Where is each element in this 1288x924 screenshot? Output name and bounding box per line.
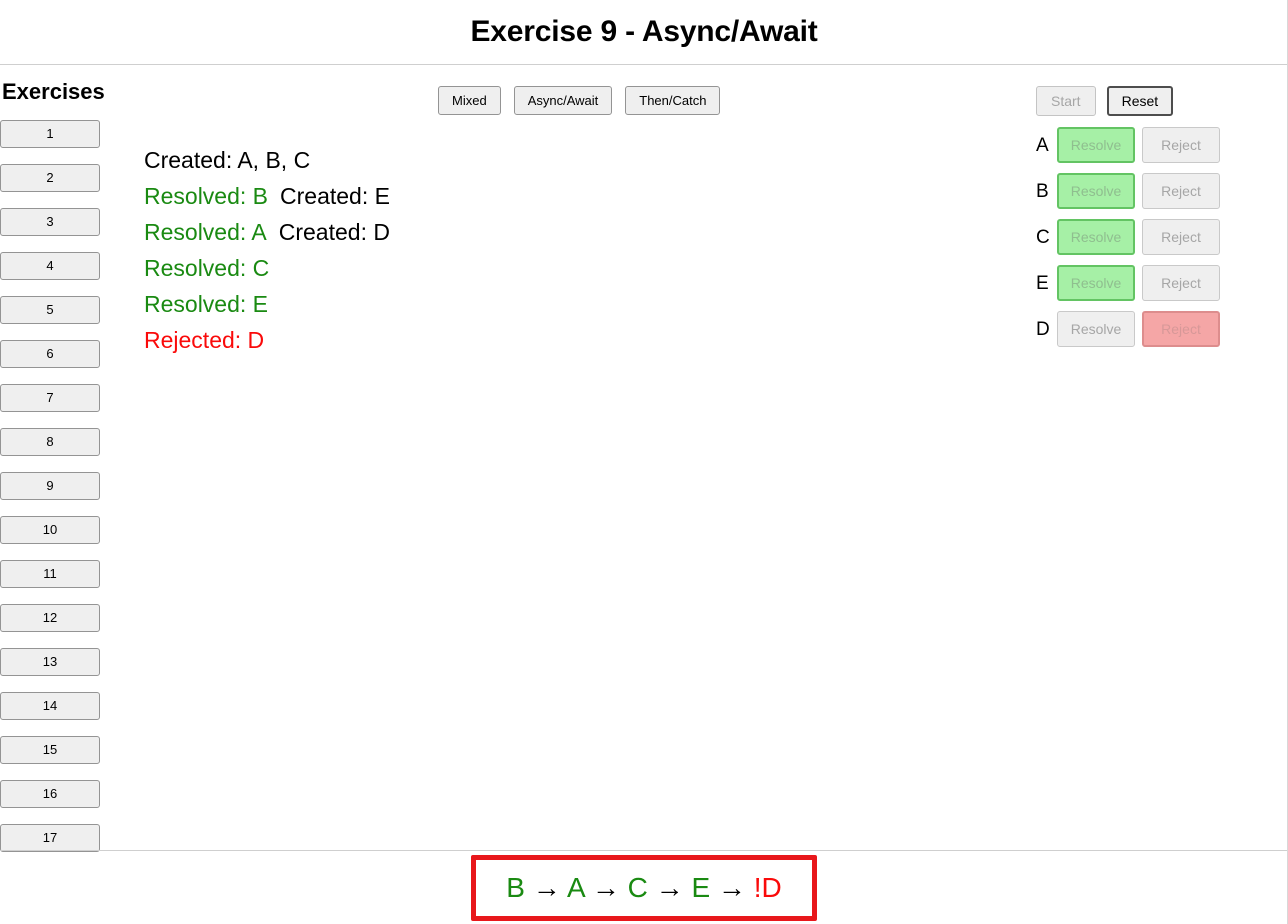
exercise-button-17[interactable]: 17 [0,824,100,852]
reset-button[interactable]: Reset [1106,86,1174,116]
promise-row-E: E Resolve Reject [1036,265,1266,301]
result-token-arrow: → [584,871,628,903]
exercise-button-16[interactable]: 16 [0,780,100,808]
app-root: Exercise 9 - Async/Await Exercises 12345… [0,0,1288,924]
log-line: Resolved: C [144,250,764,286]
exercise-button-14[interactable]: 14 [0,692,100,720]
reject-button-C[interactable]: Reject [1142,219,1220,255]
exercise-button-5[interactable]: 5 [0,296,100,324]
reject-button-D[interactable]: Reject [1142,311,1220,347]
exercise-button-6[interactable]: 6 [0,340,100,368]
result-sequence: B → A → C → E → !D [506,872,781,904]
result-token-ok: C [627,871,648,903]
exercise-button-8[interactable]: 8 [0,428,100,456]
exercise-list: 1 2 3 4 5 6 7 8 9 10 11 12 13 14 15 16 17 [0,120,112,852]
log-line: Resolved: E [144,286,764,322]
start-button[interactable]: Start [1036,86,1096,116]
exercise-button-13[interactable]: 13 [0,648,100,676]
exercise-button-12[interactable]: 12 [0,604,100,632]
promise-label-D: D [1036,318,1050,340]
promise-label-C: C [1036,226,1050,248]
result-token-ok: B [506,871,525,903]
log-segment-created: Created: D [278,219,390,245]
result-area: B → A → C → E → !D [0,851,1287,924]
log-line: Resolved: A Created: D [144,214,764,250]
reject-button-A[interactable]: Reject [1142,127,1220,163]
log-segment-resolved: Resolved: E [144,291,269,317]
result-token-arrow: → [524,871,567,903]
promise-row-B: B Resolve Reject [1036,173,1266,209]
exercise-button-1[interactable]: 1 [0,120,100,148]
mode-toggle-group: Mixed Async/Await Then/Catch [438,86,721,115]
log-segment-rejected: Rejected: D [144,327,265,353]
promise-label-A: A [1036,134,1049,156]
page-header: Exercise 9 - Async/Await [0,0,1287,65]
exercise-button-3[interactable]: 3 [0,208,100,236]
promise-row-D: D Resolve Reject [1036,311,1266,347]
exercise-button-11[interactable]: 11 [0,560,100,588]
result-sequence-box: B → A → C → E → !D [471,854,817,921]
result-token-arrow: → [710,871,754,903]
log-segment-resolved: Resolved: A [144,219,267,245]
reject-button-E[interactable]: Reject [1142,265,1220,301]
mode-button-then-catch[interactable]: Then/Catch [625,86,721,115]
log-segment-resolved: Resolved: C [144,255,270,281]
mode-button-mixed[interactable]: Mixed [438,86,501,115]
control-panel: Start Reset A Resolve Reject B Resolve Reject… [1036,86,1266,347]
exercise-button-2[interactable]: 2 [0,164,100,192]
reject-button-B[interactable]: Reject [1142,173,1220,209]
resolve-button-E[interactable]: Resolve [1057,265,1135,301]
log-segment-created: Created: E [280,183,390,209]
exercise-button-7[interactable]: 7 [0,384,100,412]
promise-row-A: A Resolve Reject [1036,127,1266,163]
promise-label-E: E [1036,272,1049,294]
log-line: Created: A, B, C [144,142,764,178]
run-controls: Start Reset [1036,86,1266,116]
resolve-button-D[interactable]: Resolve [1057,311,1135,347]
sidebar-heading: Exercises [2,79,105,104]
promise-controls: A Resolve Reject B Resolve Reject C Resolve Reje… [1036,127,1266,347]
result-token-arrow: → [647,871,692,903]
result-token-ok: E [691,871,711,903]
log-segment-resolved: Resolved: B [144,183,269,209]
log-segment-created: Created: A, B, C [144,147,311,173]
resolve-button-C[interactable]: Resolve [1057,219,1135,255]
result-token-ok: A [566,871,585,903]
exercise-button-9[interactable]: 9 [0,472,100,500]
resolve-button-B[interactable]: Resolve [1057,173,1135,209]
exercise-button-4[interactable]: 4 [0,252,100,280]
exercise-button-15[interactable]: 15 [0,736,100,764]
log-line: Rejected: D [144,322,764,358]
log-line: Resolved: B Created: E [144,178,764,214]
promise-label-B: B [1036,180,1049,202]
exercise-button-10[interactable]: 10 [0,516,100,544]
result-token-fail: !D [753,871,782,903]
exercises-sidebar: Exercises 1 2 3 4 5 6 7 8 9 10 11 12 13 14 15 16 17 [0,80,112,852]
event-log: Created: A, B, C Resolved: B Created: E Res… [144,142,764,358]
resolve-button-A[interactable]: Resolve [1057,127,1135,163]
page-title: Exercise 9 - Async/Await [470,15,818,48]
promise-row-C: C Resolve Reject [1036,219,1266,255]
mode-button-async-await[interactable]: Async/Await [513,86,613,115]
